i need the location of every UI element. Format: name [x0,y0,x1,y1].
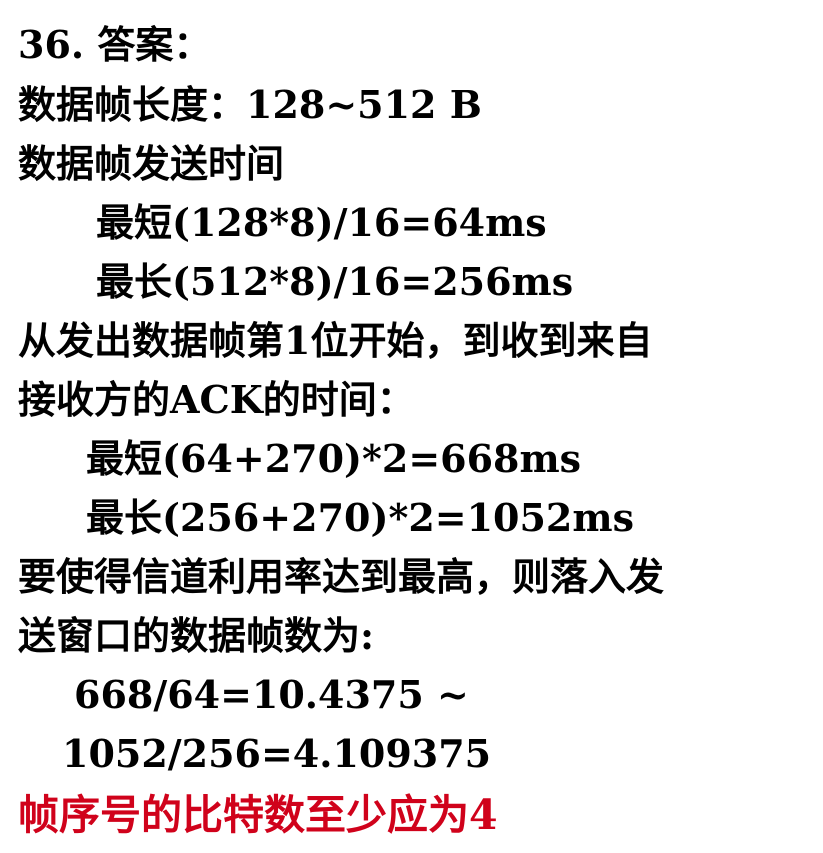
send-time-max-line: 最长(512*8)/16=256ms [96,259,574,304]
ack-time-heading-2: 接收方的ACK的时间： [18,377,415,422]
answer-heading: 36. 答案： [18,22,212,67]
window-calc-line-2: 1052/256=4.109375 [62,731,492,776]
conclusion-line: 帧序号的比特数至少应为4 [18,791,498,839]
send-time-heading: 数据帧发送时间 [18,141,285,186]
window-heading-2: 送窗口的数据帧数为: [18,613,375,658]
window-calc-line-1: 668/64=10.4375 ~ [74,672,469,717]
answer-document: 36. 答案： 数据帧长度：128~512 B 数据帧发送时间 最短(128*8… [0,0,823,853]
frame-length-line: 数据帧长度：128~512 B [18,82,482,127]
window-heading-1: 要使得信道利用率达到最高，则落入发 [18,554,665,599]
ack-time-max-line: 最长(256+270)*2=1052ms [86,495,634,540]
ack-time-min-line: 最短(64+270)*2=668ms [86,436,582,481]
send-time-min-line: 最短(128*8)/16=64ms [96,200,547,245]
ack-time-heading-1: 从发出数据帧第1位开始，到收到来自 [18,318,653,363]
